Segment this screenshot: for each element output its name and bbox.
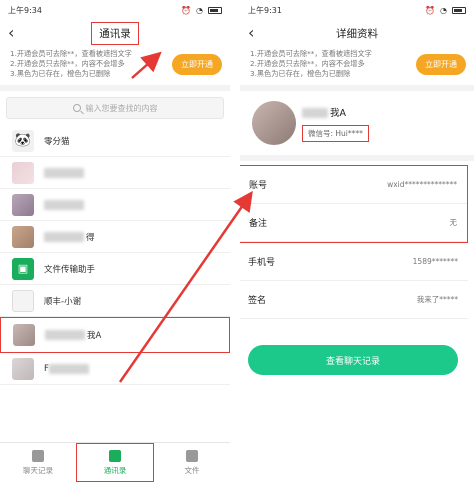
status-icons: ⏰ ◔: [181, 6, 222, 15]
contact-name: 零分猫: [44, 136, 70, 147]
blurred-name: [44, 167, 84, 178]
avatar: [252, 101, 296, 145]
contacts-icon: [109, 449, 121, 462]
membership-promo: 1.开通会员可去除**，查看被遮挡文字 2.开通会员只去除**，内容不会增多 3…: [0, 46, 230, 91]
list-item[interactable]: [0, 189, 230, 221]
account-details-box: 账号 wxid************** 备注 无: [240, 165, 468, 243]
blurred-name: [45, 330, 85, 340]
wifi-icon: ◔: [196, 5, 203, 15]
tab-contacts[interactable]: 通讯录: [76, 443, 154, 482]
file-icon: [186, 449, 198, 462]
blurred-name: [44, 231, 84, 242]
promo-text: 1.开通会员可去除**，查看被遮挡文字 2.开通会员只去除**，内容不会增多 3…: [250, 49, 372, 78]
search-placeholder: 输入您要查找的内容: [85, 103, 158, 113]
file-transfer-icon: ▣: [12, 257, 34, 280]
view-chat-records-button[interactable]: 查看聊天记录: [248, 345, 458, 375]
list-item[interactable]: [0, 157, 230, 189]
list-item-highlighted[interactable]: 我A: [0, 317, 230, 353]
list-item[interactable]: F: [0, 353, 230, 385]
page-title: 通讯录: [91, 21, 139, 45]
profile-header: 我A 微信号: Hui****: [240, 91, 474, 161]
avatar: [12, 225, 34, 248]
alarm-icon: ⏰: [181, 5, 192, 15]
panda-icon: 🐼: [12, 129, 34, 152]
back-icon[interactable]: ‹: [248, 23, 254, 42]
detail-row-signature: 签名 我来了*****: [240, 281, 468, 319]
alarm-icon: ⏰: [425, 5, 436, 15]
list-item[interactable]: 得: [0, 221, 230, 253]
wechat-id: 微信号: Hui****: [302, 124, 369, 142]
battery-icon: [208, 6, 222, 14]
nav-bar: ‹ 详细资料: [240, 20, 474, 46]
nav-bar: ‹ 通讯录: [0, 20, 230, 46]
detail-row-remark: 备注 无: [240, 204, 467, 242]
battery-icon: [452, 6, 466, 14]
back-icon[interactable]: ‹: [8, 23, 14, 42]
wifi-icon: ◔: [440, 5, 447, 15]
avatar: [12, 161, 34, 184]
status-icons: ⏰ ◔: [425, 6, 466, 15]
contacts-screen: 上午9:34 ⏰ ◔ ‹ 通讯录 1.开通会员可去除**，查看被遮挡文字 2.开…: [0, 0, 230, 482]
promo-text: 1.开通会员可去除**，查看被遮挡文字 2.开通会员只去除**，内容不会增多 3…: [10, 49, 132, 78]
page-title: 详细资料: [336, 27, 378, 40]
tab-bar: 聊天记录 通讯录 文件: [0, 442, 230, 482]
list-item[interactable]: 顺丰-小谢: [0, 285, 230, 317]
white-icon: [12, 289, 34, 312]
list-item[interactable]: ▣ 文件传输助手: [0, 253, 230, 285]
contact-name: 顺丰-小谢: [44, 296, 82, 307]
open-membership-button[interactable]: 立即开通: [416, 53, 466, 75]
search-input[interactable]: 输入您要查找的内容: [6, 97, 224, 119]
profile-name: 我A: [302, 105, 369, 119]
status-bar: 上午9:31 ⏰ ◔: [240, 0, 474, 20]
detail-row-account: 账号 wxid**************: [240, 166, 467, 204]
status-bar: 上午9:34 ⏰ ◔: [0, 0, 230, 20]
detail-screen: 上午9:31 ⏰ ◔ ‹ 详细资料 1.开通会员可去除**，查看被遮挡文字 2.…: [240, 0, 474, 482]
contact-name: 文件传输助手: [44, 264, 96, 275]
avatar: [13, 324, 35, 346]
blurred-name: [48, 363, 89, 374]
blurred-name: [302, 108, 328, 118]
membership-promo: 1.开通会员可去除**，查看被遮挡文字 2.开通会员只去除**，内容不会增多 3…: [240, 46, 474, 91]
status-time: 上午9:31: [248, 5, 282, 15]
avatar: [12, 193, 34, 216]
tab-files[interactable]: 文件: [154, 443, 230, 482]
tab-chat-records[interactable]: 聊天记录: [0, 443, 76, 482]
avatar: [12, 357, 34, 380]
list-item[interactable]: 🐼 零分猫: [0, 125, 230, 157]
contact-name: 我A: [87, 331, 102, 341]
contact-name: 得: [86, 232, 95, 243]
person-icon: [32, 449, 44, 462]
detail-row-phone: 手机号 1589*******: [240, 243, 468, 281]
open-membership-button[interactable]: 立即开通: [172, 53, 222, 75]
search-icon: [72, 104, 81, 112]
status-time: 上午9:34: [8, 5, 42, 15]
blurred-name: [44, 199, 84, 210]
